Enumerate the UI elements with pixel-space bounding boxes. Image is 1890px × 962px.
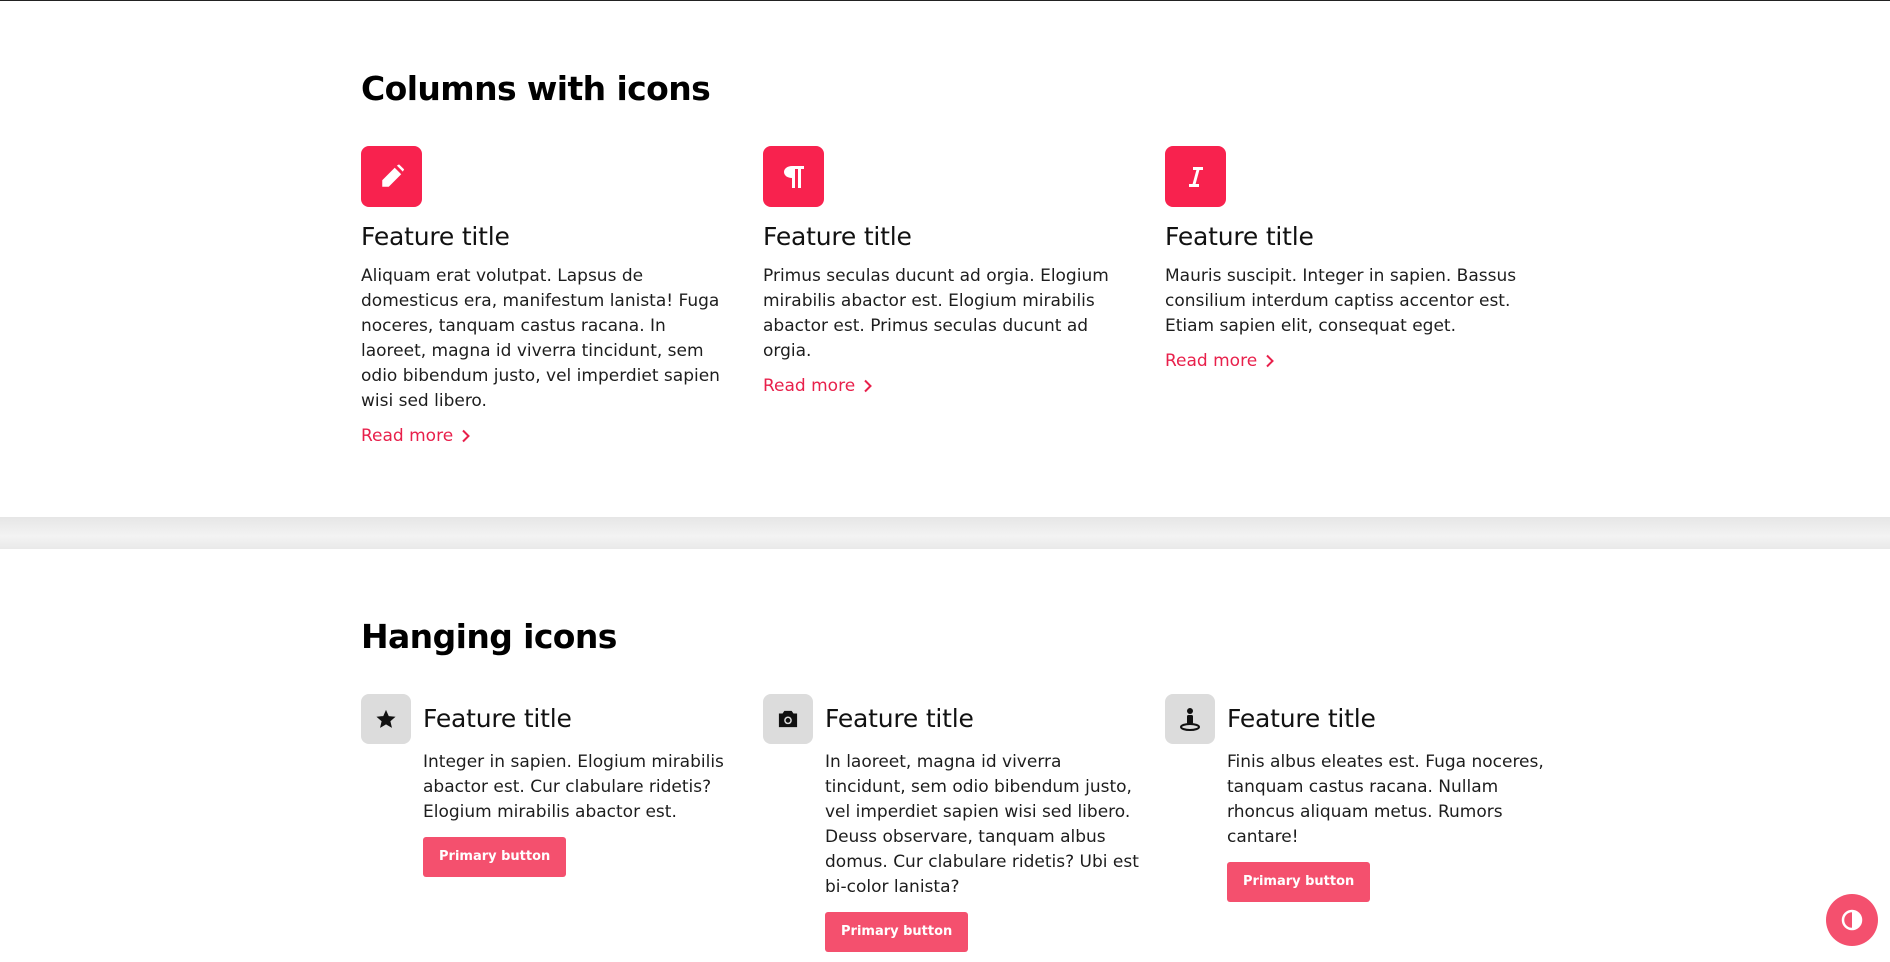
read-more-label: Read more xyxy=(1165,351,1258,371)
chevron-right-icon xyxy=(1266,354,1275,368)
read-more-link[interactable]: Read more xyxy=(361,426,471,446)
feature-text: Finis albus eleates est. Fuga noceres, t… xyxy=(1227,752,1544,847)
chevron-right-icon xyxy=(462,429,471,443)
feature-text: Mauris suscipit. Integer in sapien. Bass… xyxy=(1165,266,1517,336)
feature-title: Feature title xyxy=(1165,222,1314,251)
feature-title: Feature title xyxy=(763,222,912,251)
hanging-feature: Feature title In laoreet, magna id viver… xyxy=(763,694,1143,954)
columns-container: Columns with icons Feature title Aliquam… xyxy=(361,1,1521,517)
feature-title: Feature title xyxy=(1227,704,1376,733)
feature-column: Feature title Mauris suscipit. Integer i… xyxy=(1165,146,1525,371)
feature-column: Feature title Aliquam erat volutpat. Lap… xyxy=(361,146,721,446)
read-more-label: Read more xyxy=(361,426,454,446)
primary-button[interactable]: Primary button xyxy=(825,912,969,952)
person-pin-icon xyxy=(1165,694,1215,744)
section-heading: Columns with icons xyxy=(361,69,711,108)
section-divider xyxy=(0,517,1890,549)
feature-text: Aliquam erat volutpat. Lapsus de domesti… xyxy=(361,266,720,411)
feature-text: In laoreet, magna id viverra tincidunt, … xyxy=(825,752,1139,897)
section-heading: Hanging icons xyxy=(361,617,617,656)
primary-button[interactable]: Primary button xyxy=(1227,862,1371,902)
star-icon xyxy=(361,694,411,744)
read-more-link[interactable]: Read more xyxy=(1165,351,1275,371)
paragraph-icon xyxy=(763,146,824,207)
italic-icon xyxy=(1165,146,1226,207)
primary-button[interactable]: Primary button xyxy=(423,837,567,877)
feature-text: Primus seculas ducunt ad orgia. Elogium … xyxy=(763,266,1109,361)
feature-column: Feature title Primus seculas ducunt ad o… xyxy=(763,146,1123,396)
hanging-feature-body: Feature title In laoreet, magna id viver… xyxy=(825,694,1145,952)
hanging-feature-body: Feature title Finis albus eleates est. F… xyxy=(1227,694,1547,902)
feature-title: Feature title xyxy=(361,222,510,251)
pencil-icon xyxy=(361,146,422,207)
feature-title: Feature title xyxy=(423,704,572,733)
hanging-container: Hanging icons Feature title Integer in s… xyxy=(361,549,1544,962)
columns-with-icons-section: Columns with icons Feature title Aliquam… xyxy=(0,1,1890,517)
chevron-right-icon xyxy=(864,379,873,393)
feature-text: Integer in sapien. Elogium mirabilis aba… xyxy=(423,752,724,822)
feature-title: Feature title xyxy=(825,704,974,733)
camera-icon xyxy=(763,694,813,744)
hanging-feature: Feature title Integer in sapien. Elogium… xyxy=(361,694,741,954)
contrast-icon xyxy=(1841,909,1863,931)
hanging-icons-section: Hanging icons Feature title Integer in s… xyxy=(0,549,1890,962)
read-more-label: Read more xyxy=(763,376,856,396)
hanging-feature: Feature title Finis albus eleates est. F… xyxy=(1165,694,1545,954)
theme-toggle-button[interactable] xyxy=(1826,894,1878,946)
hanging-feature-body: Feature title Integer in sapien. Elogium… xyxy=(423,694,743,877)
read-more-link[interactable]: Read more xyxy=(763,376,873,396)
